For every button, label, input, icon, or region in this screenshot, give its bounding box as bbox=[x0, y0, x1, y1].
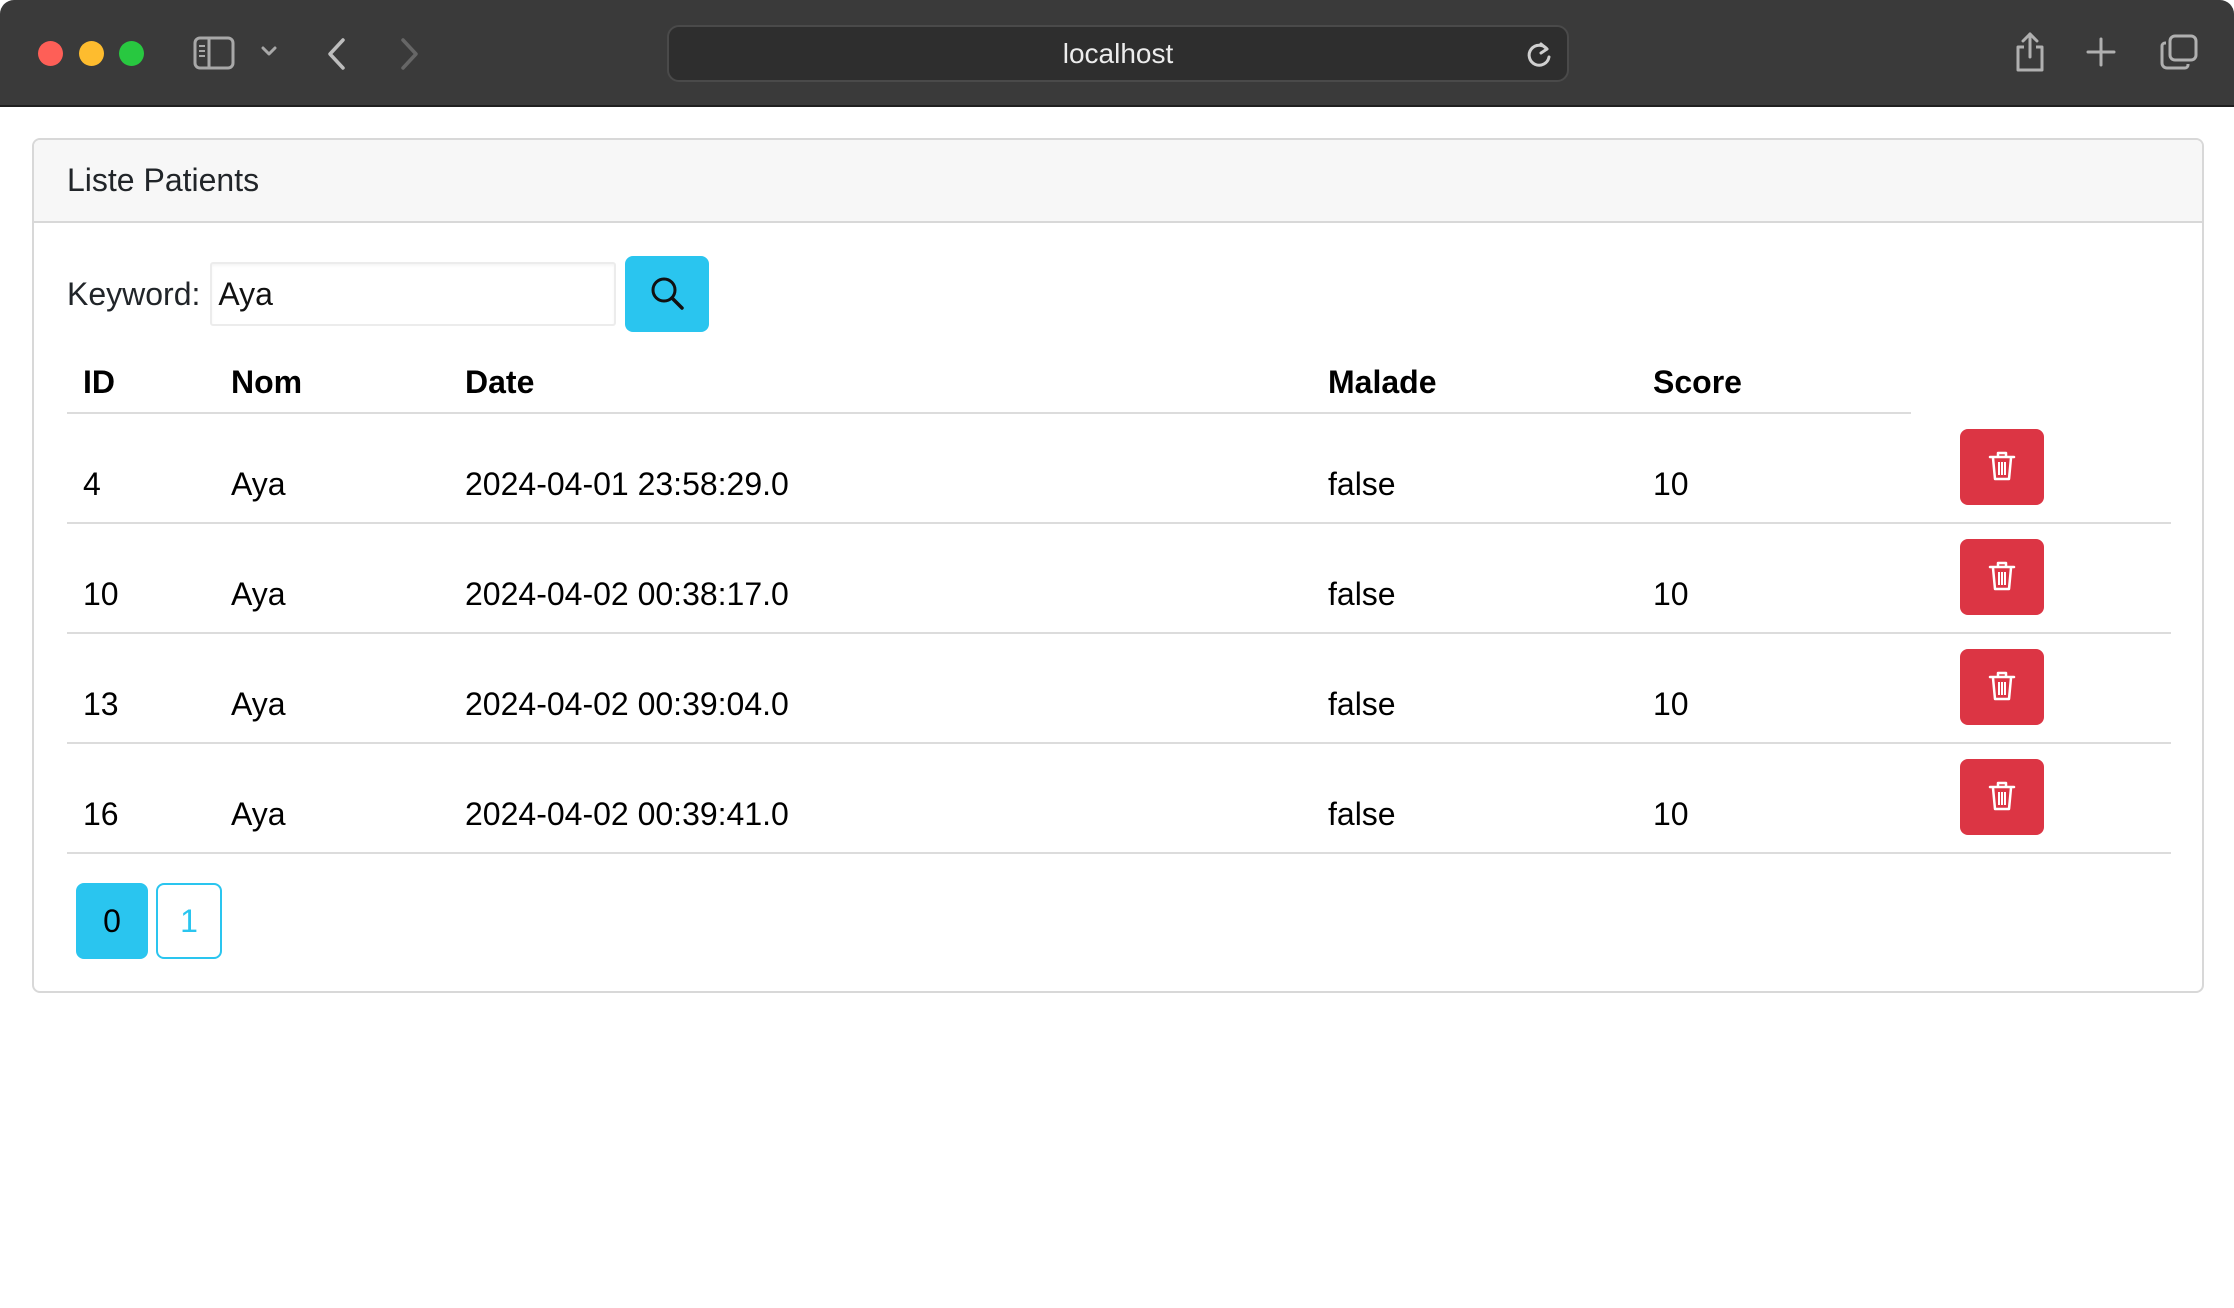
tab-overview-icon[interactable] bbox=[2160, 34, 2198, 70]
column-header-malade: Malade bbox=[1328, 363, 1437, 400]
cell-malade: false bbox=[1328, 465, 1396, 502]
cell-nom: Aya bbox=[231, 685, 286, 722]
cell-id: 4 bbox=[83, 465, 101, 502]
cell-score: 10 bbox=[1653, 795, 1689, 832]
patients-card: Liste Patients Keyword: ID Nom Date Mala… bbox=[32, 138, 2204, 993]
address-url: localhost bbox=[1062, 37, 1174, 69]
zoom-window-button[interactable] bbox=[119, 41, 144, 66]
table-header: ID Nom Date Malade Score bbox=[67, 352, 1911, 414]
trash-icon bbox=[1988, 670, 2016, 705]
chevron-down-icon[interactable] bbox=[261, 45, 277, 57]
trash-icon bbox=[1988, 560, 2016, 595]
keyword-label: Keyword: bbox=[67, 275, 201, 312]
table-row: 16 Aya 2024-04-02 00:39:41.0 false 10 bbox=[67, 744, 2171, 854]
close-window-button[interactable] bbox=[38, 41, 63, 66]
cell-malade: false bbox=[1328, 575, 1396, 612]
cell-id: 13 bbox=[83, 685, 119, 722]
minimize-window-button[interactable] bbox=[79, 41, 104, 66]
address-bar[interactable]: localhost bbox=[667, 25, 1569, 82]
browser-toolbar: localhost bbox=[0, 0, 2234, 107]
page-button-0[interactable]: 0 bbox=[76, 883, 148, 959]
table-row: 13 Aya 2024-04-02 00:39:04.0 false 10 bbox=[67, 634, 2171, 744]
cell-score: 10 bbox=[1653, 575, 1689, 612]
delete-button[interactable] bbox=[1960, 429, 2044, 505]
cell-nom: Aya bbox=[231, 465, 286, 502]
new-tab-icon[interactable] bbox=[2086, 37, 2116, 67]
reload-icon[interactable] bbox=[1525, 40, 1553, 75]
card-header: Liste Patients bbox=[34, 140, 2202, 223]
table-row: 10 Aya 2024-04-02 00:38:17.0 false 10 bbox=[67, 524, 2171, 634]
pagination: 0 1 bbox=[76, 883, 222, 959]
page-button-1[interactable]: 1 bbox=[156, 883, 222, 959]
cell-date: 2024-04-01 23:58:29.0 bbox=[465, 465, 789, 502]
cell-malade: false bbox=[1328, 795, 1396, 832]
forward-icon[interactable] bbox=[398, 37, 420, 71]
card-title: Liste Patients bbox=[67, 162, 260, 198]
trash-icon bbox=[1988, 780, 2016, 815]
delete-button[interactable] bbox=[1960, 649, 2044, 725]
search-icon bbox=[649, 275, 685, 314]
cell-nom: Aya bbox=[231, 575, 286, 612]
column-header-score: Score bbox=[1653, 363, 1742, 400]
cell-score: 10 bbox=[1653, 465, 1689, 502]
search-form: Keyword: bbox=[67, 256, 710, 332]
column-header-nom: Nom bbox=[231, 363, 303, 400]
cell-id: 16 bbox=[83, 795, 119, 832]
delete-button[interactable] bbox=[1960, 539, 2044, 615]
cell-date: 2024-04-02 00:38:17.0 bbox=[465, 575, 789, 612]
keyword-input[interactable] bbox=[210, 262, 617, 326]
sidebar-toggle-icon[interactable] bbox=[193, 36, 235, 70]
patients-table: ID Nom Date Malade Score 4 Aya 2024-04-0… bbox=[67, 352, 2171, 854]
trash-icon bbox=[1988, 450, 2016, 485]
cell-date: 2024-04-02 00:39:41.0 bbox=[465, 795, 789, 832]
table-row: 4 Aya 2024-04-01 23:58:29.0 false 10 bbox=[67, 414, 2171, 524]
delete-button[interactable] bbox=[1960, 759, 2044, 835]
cell-nom: Aya bbox=[231, 795, 286, 832]
column-header-date: Date bbox=[465, 363, 535, 400]
cell-score: 10 bbox=[1653, 685, 1689, 722]
cell-date: 2024-04-02 00:39:04.0 bbox=[465, 685, 789, 722]
back-icon[interactable] bbox=[326, 37, 348, 71]
search-button[interactable] bbox=[625, 256, 710, 332]
column-header-id: ID bbox=[83, 363, 115, 400]
share-icon[interactable] bbox=[2014, 31, 2046, 73]
cell-malade: false bbox=[1328, 685, 1396, 722]
cell-id: 10 bbox=[83, 575, 119, 612]
